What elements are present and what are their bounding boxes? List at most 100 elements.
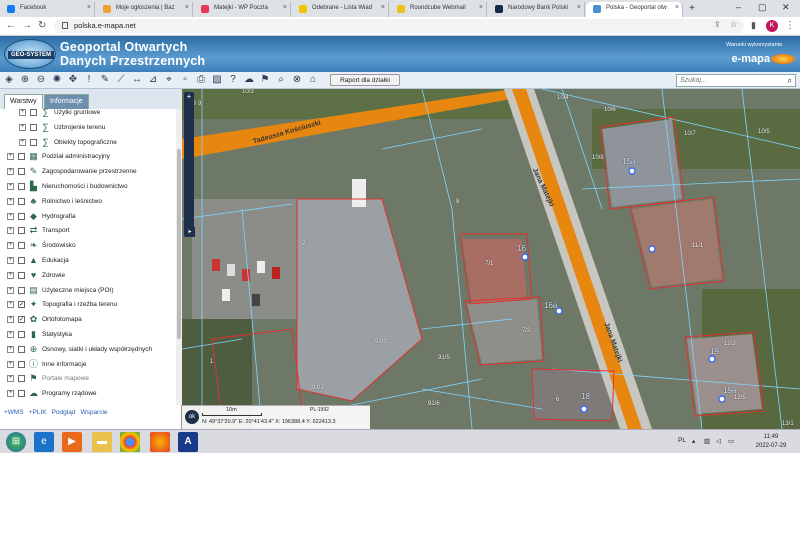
tab-layers[interactable]: Warstwy <box>4 94 43 109</box>
tab-close-icon[interactable]: × <box>381 4 385 11</box>
parcel-label[interactable]: 6 <box>556 397 559 403</box>
menu-dots-icon[interactable]: ⋮ <box>785 20 795 31</box>
tab-close-icon[interactable]: × <box>479 4 483 11</box>
layer-checkbox[interactable] <box>18 153 25 161</box>
parcel-label[interactable]: 91/5 <box>438 355 450 361</box>
zoom-in-icon[interactable]: ⊕ <box>19 74 31 86</box>
expand-icon[interactable]: + <box>19 123 26 131</box>
zoom-slider[interactable]: + – <box>184 92 194 237</box>
layer-item[interactable]: + ☁ Programy rządowe <box>0 387 176 401</box>
layer-item[interactable]: + ♣ Rolnictwo i leśnictwo <box>0 195 176 209</box>
profile-avatar[interactable]: K <box>766 20 778 32</box>
keyboard-language[interactable]: PL <box>678 437 686 444</box>
url-text[interactable]: polska.e-mapa.net <box>74 21 136 30</box>
parcel-label[interactable]: 91/3 <box>375 339 387 345</box>
parcel-label[interactable]: 15a <box>622 157 635 166</box>
layer-item[interactable]: + ▦ Podział administracyjny <box>0 150 176 164</box>
layer-label[interactable]: Zdrowie <box>42 272 65 279</box>
layer-checkbox[interactable] <box>18 212 25 220</box>
layer-checkbox[interactable] <box>18 257 25 264</box>
layer-checkbox[interactable] <box>30 109 37 116</box>
parcel-label[interactable]: 10/6 <box>604 107 616 113</box>
cloud-icon[interactable]: ☁ <box>243 74 255 86</box>
app-a-icon[interactable]: A <box>178 432 198 452</box>
search-box[interactable]: ⌕ <box>676 74 796 87</box>
browser-tab-5[interactable]: Roundcube Webmail × <box>390 2 487 17</box>
layer-item[interactable]: + ∑ Obiekty topograficzne <box>0 136 176 150</box>
layer-item[interactable]: + ▲ Edukacja <box>0 254 176 268</box>
search-input[interactable] <box>677 75 777 86</box>
minimize-icon[interactable]: – <box>736 2 741 12</box>
layer-checkbox[interactable] <box>18 271 25 279</box>
layer-checkbox[interactable] <box>18 390 25 398</box>
explorer-icon[interactable]: ▬ <box>92 432 112 452</box>
layer-item[interactable]: + ♥ Zdrowie <box>0 269 176 283</box>
layer-label[interactable]: Obiekty topograficzne <box>54 139 117 146</box>
expand-icon[interactable]: + <box>19 138 26 146</box>
browser-tab-4[interactable]: Odebrane - Lista Wiad × <box>292 2 389 17</box>
layer-item[interactable]: + ❧ Środowisko <box>0 239 176 253</box>
expand-icon[interactable]: + <box>7 301 14 309</box>
expand-icon[interactable]: + <box>7 316 14 324</box>
layer-item[interactable]: + ✓ ✿ Ortofotomapa <box>0 313 176 327</box>
expand-icon[interactable]: + <box>7 360 14 368</box>
panel-link[interactable]: Podgląd <box>52 409 76 416</box>
layer-checkbox[interactable] <box>18 197 25 205</box>
reload-icon[interactable]: ↻ <box>38 20 46 31</box>
bookmark-star-icon[interactable]: ☆ <box>730 20 737 29</box>
info-icon[interactable]: ! <box>83 74 95 86</box>
expand-icon[interactable]: + <box>7 331 14 338</box>
parcel-label[interactable]: 7/2 <box>522 328 530 334</box>
parcel-label[interactable]: 18 <box>581 392 590 401</box>
layer-checkbox[interactable] <box>30 123 37 131</box>
layer-item[interactable]: + ✎ Zagospodarowanie przestrzenne <box>0 165 176 179</box>
tab-close-icon[interactable]: × <box>87 4 91 11</box>
scrollbar-thumb[interactable] <box>177 149 181 339</box>
layer-checkbox[interactable] <box>18 345 25 353</box>
parcel-label[interactable]: 9 <box>198 101 201 107</box>
system-clock[interactable]: 11:49 2022-07-29 <box>744 433 798 451</box>
parcel-report-button[interactable]: Raport dla działki <box>330 74 400 86</box>
layer-checkbox[interactable] <box>18 242 25 250</box>
parcel-label[interactable]: 7/1 <box>485 261 493 267</box>
layer-label[interactable]: Użytki gruntowe <box>54 109 100 116</box>
layer-checkbox[interactable] <box>30 138 37 146</box>
expand-icon[interactable]: + <box>7 227 14 235</box>
volume-icon[interactable]: ◁ <box>716 437 721 445</box>
home-icon[interactable]: ⌂ <box>307 74 319 86</box>
tab-info[interactable]: Informacje <box>44 94 89 109</box>
network-icon[interactable]: ▥ <box>704 437 710 445</box>
parcel-label[interactable]: 16a <box>544 301 557 310</box>
measure-line-icon[interactable]: ⟋ <box>115 74 127 86</box>
expand-icon[interactable]: + <box>7 345 14 353</box>
zoom-extent-icon[interactable]: ✺ <box>51 74 63 86</box>
hatch-icon[interactable]: ▨ <box>211 74 223 86</box>
layer-checkbox[interactable] <box>18 286 25 294</box>
ok-button[interactable]: ok <box>185 410 199 424</box>
tab-close-icon[interactable]: × <box>185 4 189 11</box>
layer-label[interactable]: Zagospodarowanie przestrzenne <box>42 168 137 175</box>
pan-icon[interactable]: ✥ <box>67 74 79 86</box>
media-player-icon[interactable]: ▶ <box>62 432 82 452</box>
tab-close-icon[interactable]: × <box>675 4 679 11</box>
layer-item[interactable]: + ▙ Nieruchomości i budownictwo <box>0 180 176 194</box>
chrome-icon[interactable] <box>120 432 140 452</box>
battery-icon[interactable]: ▭ <box>728 437 734 445</box>
panel-link[interactable]: +PLIK <box>29 409 47 416</box>
expand-icon[interactable]: + <box>7 271 14 279</box>
layer-label[interactable]: Edukacja <box>42 257 69 264</box>
parcel-label[interactable]: 12/3 <box>724 341 736 347</box>
layer-label[interactable]: Hydrografia <box>42 213 76 220</box>
browser-tab-1[interactable]: Facebook × <box>0 2 95 17</box>
zoom-out-icon[interactable]: ⊖ <box>35 74 47 86</box>
layer-item[interactable]: + ⇄ Transport <box>0 224 176 238</box>
layer-label[interactable]: Rolnictwo i leśnictwo <box>42 198 102 205</box>
layer-label[interactable]: Środowisko <box>42 242 76 249</box>
back-icon[interactable]: ← <box>6 20 16 31</box>
address-bar[interactable]: polska.e-mapa.net ⇪ ☆ <box>54 19 744 33</box>
select-icon[interactable]: ⌖ <box>163 74 175 86</box>
measure-area-icon[interactable]: ⊿ <box>147 74 159 86</box>
layer-label[interactable]: Transport <box>42 227 70 234</box>
parcel-label[interactable]: 19 <box>710 347 719 356</box>
search-parcel-icon[interactable]: ⌕ <box>275 74 287 86</box>
